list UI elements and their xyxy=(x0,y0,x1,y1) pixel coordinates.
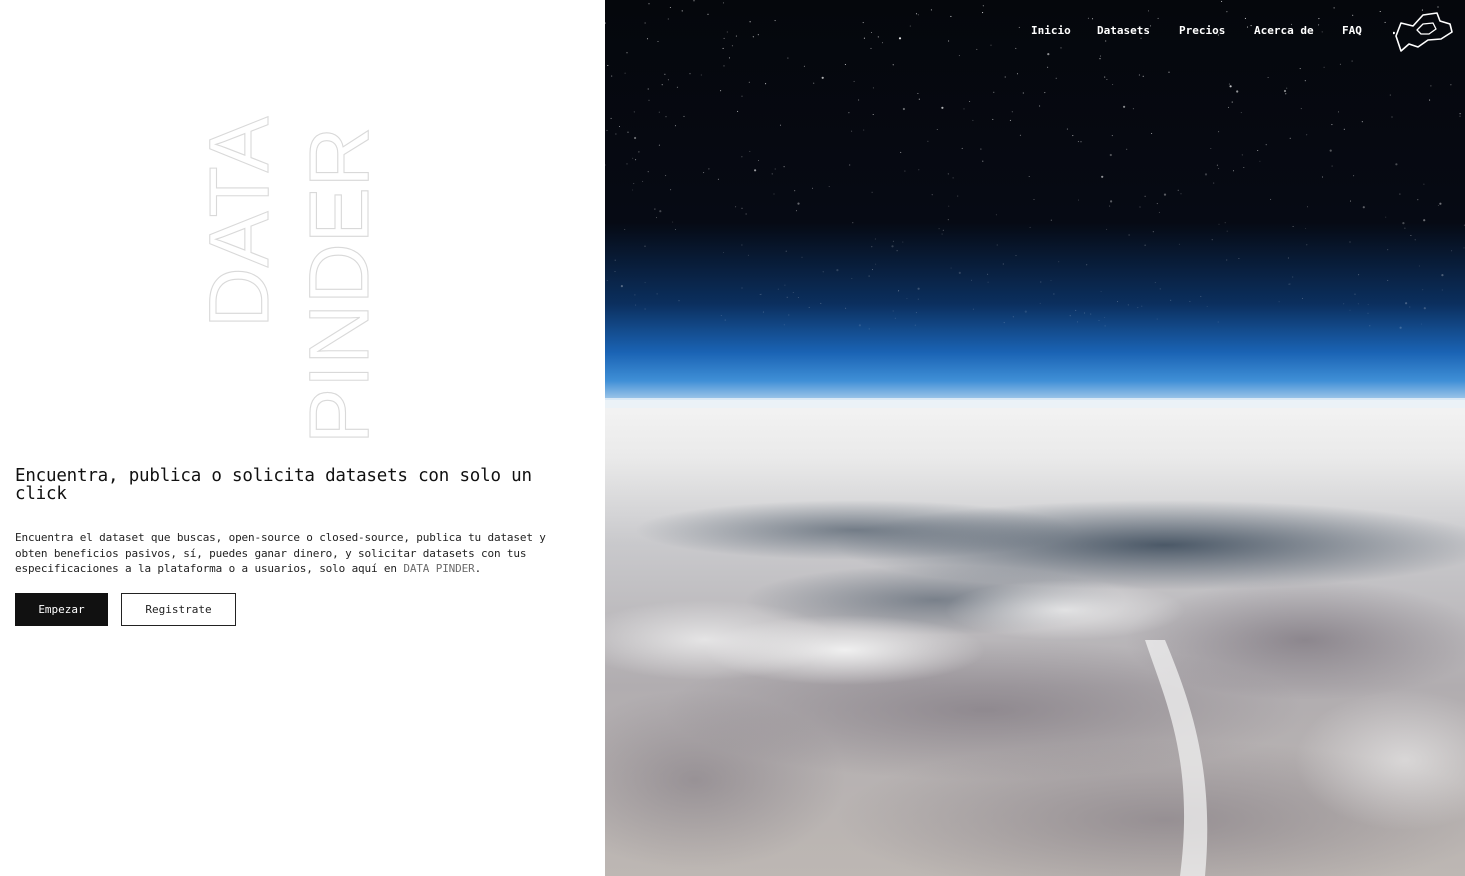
nav-faq[interactable]: FAQ xyxy=(1342,24,1362,40)
hero-description-end: . xyxy=(474,562,482,575)
hero-image-earth-from-space: Inicio Datasets Precios Acerca de FAQ xyxy=(605,0,1465,876)
map-outline-icon[interactable] xyxy=(1393,10,1455,54)
earth-horizon-image xyxy=(605,0,1465,876)
landing-page: DATA PINDER Encuentra, publica o solicit… xyxy=(0,0,1465,876)
vertical-brand-wordmark: DATA PINDER xyxy=(191,92,386,447)
nav-datasets[interactable]: Datasets xyxy=(1097,24,1150,40)
start-button[interactable]: Empezar xyxy=(15,593,108,626)
register-button[interactable]: Registrate xyxy=(121,593,236,626)
hero-title: Encuentra, publica o solicita datasets c… xyxy=(15,466,532,504)
hero-description: Encuentra el dataset que buscas, open-so… xyxy=(15,530,580,577)
hero-description-brand: DATA PINDER xyxy=(403,562,475,575)
nav-acerca-de[interactable]: Acerca de xyxy=(1254,24,1314,40)
hero-left-panel: DATA PINDER Encuentra, publica o solicit… xyxy=(0,0,605,876)
nav-precios[interactable]: Precios xyxy=(1179,24,1225,40)
brand-word-pinder: PINDER xyxy=(292,127,386,444)
nav-inicio[interactable]: Inicio xyxy=(1031,24,1071,40)
brand-word-data: DATA xyxy=(192,116,286,328)
